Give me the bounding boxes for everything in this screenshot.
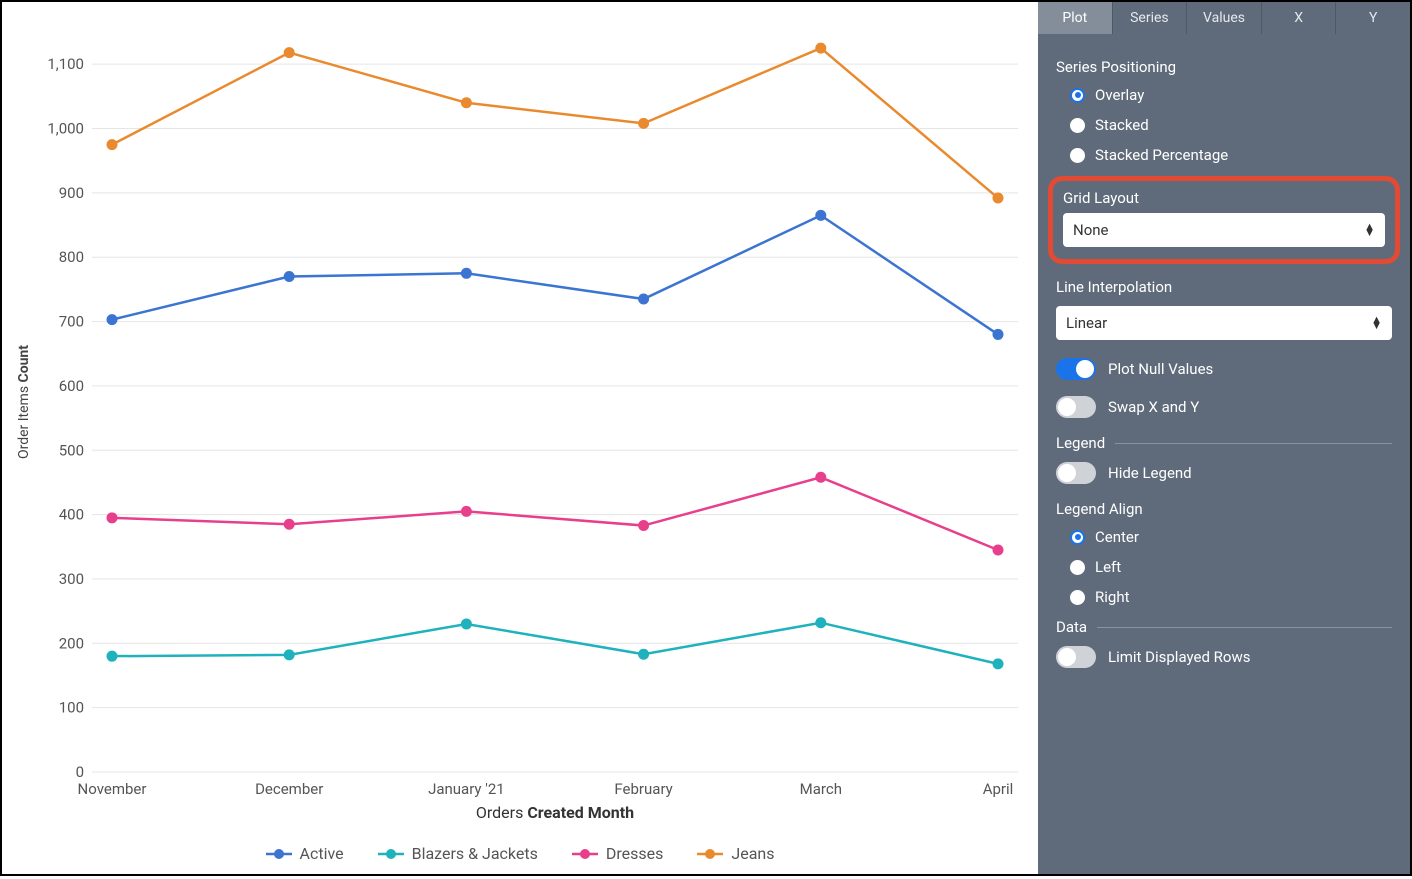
legend-section-header: Legend [1056,434,1392,452]
tab-series[interactable]: Series [1113,2,1188,34]
radio-overlay[interactable]: Overlay [1070,86,1392,104]
radio-icon [1070,590,1085,605]
legend-item[interactable]: Blazers & Jackets [378,844,538,863]
tab-values[interactable]: Values [1187,2,1262,34]
radio-label: Right [1095,588,1129,606]
toggle-hide-legend[interactable]: Hide Legend [1056,462,1392,484]
svg-text:January '21: January '21 [428,780,505,798]
svg-text:200: 200 [59,634,84,652]
radio-label: Overlay [1095,86,1144,104]
legend-swatch-icon [266,848,292,860]
line-interpolation-value: Linear [1066,314,1107,332]
radio-align-left[interactable]: Left [1070,558,1392,576]
toggle-switch [1056,396,1096,418]
legend-swatch-icon [572,848,598,860]
svg-text:500: 500 [59,441,84,459]
legend-swatch-icon [697,848,723,860]
select-arrows-icon: ▲▼ [1371,317,1382,329]
divider-line [1097,627,1392,628]
tab-x[interactable]: X [1262,2,1337,34]
legend-label: Jeans [731,844,774,863]
legend-label: Dresses [606,844,664,863]
toggle-label: Swap X and Y [1108,398,1199,416]
series-positioning-label: Series Positioning [1056,58,1392,76]
svg-text:300: 300 [59,570,84,588]
svg-text:0: 0 [76,763,84,781]
radio-icon [1070,148,1085,163]
tab-y[interactable]: Y [1336,2,1410,34]
radio-align-right[interactable]: Right [1070,588,1392,606]
data-section-header: Data [1056,618,1392,636]
svg-text:400: 400 [59,506,84,524]
svg-text:Order Items Count: Order Items Count [16,345,32,459]
chart-panel: 0 100 200 300 400 500 600 700 800 900 1,000 1,100 No… [2,2,1038,874]
panel-body: Series Positioning Overlay Stacked Stack… [1038,34,1410,684]
tabbar: Plot Series Values X Y [1038,2,1410,34]
toggle-switch [1056,358,1096,380]
toggle-label: Limit Displayed Rows [1108,648,1250,666]
toggle-label: Plot Null Values [1108,360,1213,378]
toggle-label: Hide Legend [1108,464,1192,482]
svg-text:March: March [800,780,842,798]
section-title: Legend [1056,434,1105,452]
grid-layout-highlight: Grid Layout None ▲▼ [1048,176,1400,264]
radio-icon [1070,560,1085,575]
legend-label: Blazers & Jackets [412,844,538,863]
section-title: Data [1056,618,1087,636]
svg-text:100: 100 [59,699,84,717]
svg-text:700: 700 [59,313,84,331]
select-arrows-icon: ▲▼ [1364,224,1375,236]
svg-text:800: 800 [59,248,84,266]
legend-item[interactable]: Dresses [572,844,664,863]
toggle-plot-null-values[interactable]: Plot Null Values [1056,358,1392,380]
svg-text:December: December [255,780,323,798]
legend-item[interactable]: Active [266,844,344,863]
radio-icon [1070,530,1085,545]
radio-label: Center [1095,528,1139,546]
radio-label: Stacked Percentage [1095,146,1228,164]
toggle-swap-xy[interactable]: Swap X and Y [1056,396,1392,418]
radio-icon [1070,118,1085,133]
legend-label: Active [300,844,344,863]
svg-text:1,000: 1,000 [47,120,84,138]
svg-text:February: February [614,780,672,798]
toggle-switch [1056,462,1096,484]
chart-legend: Active Blazers & Jackets Dresses Jeans [2,836,1038,879]
grid-layout-value: None [1073,221,1109,239]
grid-layout-label: Grid Layout [1063,189,1385,207]
tab-plot[interactable]: Plot [1038,2,1113,34]
svg-text:November: November [78,780,147,798]
svg-text:1,100: 1,100 [47,55,84,73]
settings-panel: Plot Series Values X Y Series Positionin… [1038,2,1410,874]
svg-text:600: 600 [59,377,84,395]
radio-stacked[interactable]: Stacked [1070,116,1392,134]
chart-svg: 0 100 200 300 400 500 600 700 800 900 1,000 1,100 No… [2,12,1038,832]
svg-text:Orders Created Month: Orders Created Month [476,803,634,822]
grid-layout-select[interactable]: None ▲▼ [1063,213,1385,247]
radio-icon [1070,88,1085,103]
divider-line [1115,443,1392,444]
chart-area: 0 100 200 300 400 500 600 700 800 900 1,000 1,100 No… [2,12,1038,836]
svg-text:900: 900 [59,184,84,202]
line-interpolation-label: Line Interpolation [1056,278,1392,296]
radio-align-center[interactable]: Center [1070,528,1392,546]
radio-stacked-percentage[interactable]: Stacked Percentage [1070,146,1392,164]
legend-swatch-icon [378,848,404,860]
legend-align-label: Legend Align [1056,500,1392,518]
legend-item[interactable]: Jeans [697,844,774,863]
toggle-switch [1056,646,1096,668]
radio-label: Left [1095,558,1121,576]
radio-label: Stacked [1095,116,1149,134]
line-interpolation-select[interactable]: Linear ▲▼ [1056,306,1392,340]
toggle-limit-rows[interactable]: Limit Displayed Rows [1056,646,1392,668]
svg-text:April: April [983,780,1014,798]
